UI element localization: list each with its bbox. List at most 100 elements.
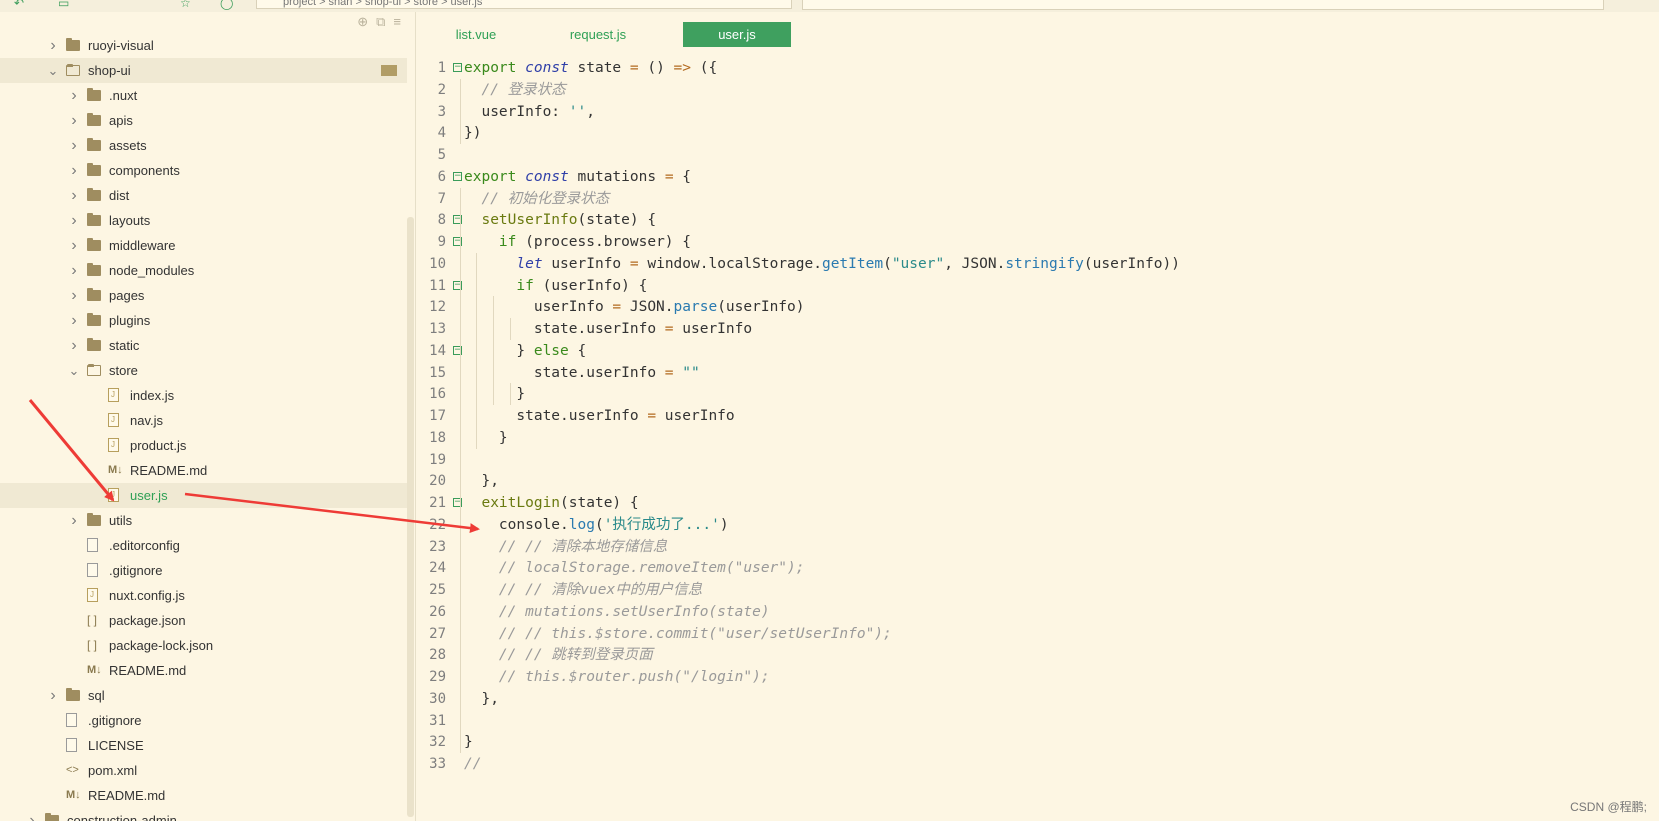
code-line[interactable]: 20 }, (416, 470, 1659, 493)
back-icon[interactable]: ↶ (14, 0, 24, 10)
chevron-right-icon[interactable]: › (68, 158, 80, 183)
tree-item-readme-md[interactable]: M↓ README.md (0, 458, 407, 483)
tree-item-pages[interactable]: › pages (0, 283, 407, 308)
tree-item-gitignore[interactable]: .gitignore (0, 708, 407, 733)
code-line[interactable]: 33 // (416, 753, 1659, 776)
code-line[interactable]: 27 // // this.$store.commit("user/setUse… (416, 623, 1659, 646)
chevron-right-icon[interactable]: › (68, 308, 80, 333)
sidebar-scrollbar[interactable] (407, 217, 414, 817)
tree-item-ruoyi-visual[interactable]: › ruoyi-visual (0, 33, 407, 58)
code-line[interactable]: 5 (416, 144, 1659, 167)
tab-request-js[interactable]: request.js (556, 22, 640, 47)
tree-item-dist[interactable]: › dist (0, 183, 407, 208)
code-line[interactable]: 6− export const mutations = { (416, 166, 1659, 189)
chevron-right-icon[interactable]: › (68, 208, 80, 233)
tree-item-editorconfig[interactable]: .editorconfig (0, 533, 407, 558)
tree-item-utils[interactable]: › utils (0, 508, 407, 533)
chevron-right-icon[interactable]: › (68, 233, 80, 258)
tree-item-product-js[interactable]: product.js (0, 433, 407, 458)
tree-item-static[interactable]: › static (0, 333, 407, 358)
code-area[interactable]: 1− export const state = () => ({2 // 登录状态… (416, 57, 1659, 821)
code-line[interactable]: 12 userInfo = JSON.parse(userInfo) (416, 296, 1659, 319)
tab-user-js[interactable]: user.js (683, 22, 791, 47)
tree-item-nav-js[interactable]: nav.js (0, 408, 407, 433)
line-number: 26 (429, 603, 446, 620)
code-line[interactable]: 23 // // 清除本地存储信息 (416, 536, 1659, 559)
code-line[interactable]: 17 state.userInfo = userInfo (416, 405, 1659, 428)
chevron-right-icon[interactable]: › (68, 283, 80, 308)
code-line[interactable]: 9− if (process.browser) { (416, 231, 1659, 254)
tree-item-readme-md[interactable]: M↓ README.md (0, 658, 407, 683)
tree-item-readme-md[interactable]: M↓ README.md (0, 783, 407, 808)
code-line[interactable]: 21− exitLogin(state) { (416, 492, 1659, 515)
code-line[interactable]: 24 // localStorage.removeItem("user"); (416, 557, 1659, 580)
star-icon[interactable]: ☆ (180, 0, 191, 10)
code-line[interactable]: 4}) (416, 122, 1659, 145)
code-line[interactable]: 25 // // 清除vuex中的用户信息 (416, 579, 1659, 602)
code-line[interactable]: 2 // 登录状态 (416, 79, 1659, 102)
code-line[interactable]: 14− } else { (416, 340, 1659, 363)
tree-item-construction-admin[interactable]: › construction-admin (0, 808, 407, 821)
code-line[interactable]: 22 console.log('执行成功了...') (416, 514, 1659, 537)
code-line[interactable]: 32} (416, 731, 1659, 754)
run-icon[interactable]: ◯ (220, 0, 233, 10)
chevron-right-icon[interactable]: › (68, 133, 80, 158)
save-icon[interactable]: ▭ (58, 0, 69, 10)
tab-list-vue[interactable]: list.vue (444, 22, 508, 47)
explorer-tool-icons[interactable]: ⊕⧉≡ (357, 14, 409, 30)
tree-item-node-modules[interactable]: › node_modules (0, 258, 407, 283)
code-line[interactable]: 19 (416, 449, 1659, 472)
code-line[interactable]: 11− if (userInfo) { (416, 275, 1659, 298)
code-line[interactable]: 8− setUserInfo(state) { (416, 209, 1659, 232)
code-line[interactable]: 3 userInfo: '', (416, 101, 1659, 124)
code-line[interactable]: 15 state.userInfo = "" (416, 362, 1659, 385)
tree-item-plugins[interactable]: › plugins (0, 308, 407, 333)
chevron-right-icon[interactable]: › (68, 83, 80, 108)
tree-item-nuxt-config-js[interactable]: nuxt.config.js (0, 583, 407, 608)
tree-item-sql[interactable]: › sql (0, 683, 407, 708)
code-line[interactable]: 18 } (416, 427, 1659, 450)
chevron-right-icon[interactable]: › (68, 183, 80, 208)
tree-item-components[interactable]: › components (0, 158, 407, 183)
code-line[interactable]: 7 // 初始化登录状态 (416, 188, 1659, 211)
tree-item-gitignore[interactable]: .gitignore (0, 558, 407, 583)
chevron-down-icon[interactable]: ⌄ (47, 58, 59, 83)
fold-toggle-icon[interactable]: − (453, 63, 462, 72)
code-text: } else { (464, 342, 587, 359)
fold-toggle-icon[interactable]: − (453, 171, 462, 181)
chevron-right-icon[interactable]: › (47, 683, 59, 708)
chevron-right-icon[interactable]: › (47, 33, 59, 58)
tree-item-package-json[interactable]: [ ] package.json (0, 608, 407, 633)
code-editor[interactable]: list.vue request.js user.js 1− export con… (416, 12, 1659, 821)
tree-item-nuxt[interactable]: › .nuxt (0, 83, 407, 108)
tree-item-apis[interactable]: › apis (0, 108, 407, 133)
tree-item-index-js[interactable]: index.js (0, 383, 407, 408)
tree-item-pom-xml[interactable]: <> pom.xml (0, 758, 407, 783)
tree-item-package-lock-json[interactable]: [ ] package-lock.json (0, 633, 407, 658)
tree-item-store[interactable]: ⌄ store (0, 358, 407, 383)
tree-item-middleware[interactable]: › middleware (0, 233, 407, 258)
chevron-right-icon[interactable]: › (68, 108, 80, 133)
code-line[interactable]: 30 }, (416, 688, 1659, 711)
breadcrumb[interactable]: project > shan > shop-ui > store > user.… (256, 0, 792, 9)
code-line[interactable]: 26 // mutations.setUserInfo(state) (416, 601, 1659, 624)
chevron-right-icon[interactable]: › (68, 258, 80, 283)
tree-item-license[interactable]: LICENSE (0, 733, 407, 758)
code-line[interactable]: 10 let userInfo = window.localStorage.ge… (416, 253, 1659, 276)
code-line[interactable]: 29 // this.$router.push("/login"); (416, 666, 1659, 689)
code-line[interactable]: 1− export const state = () => ({ (416, 57, 1659, 80)
chevron-right-icon[interactable]: › (26, 808, 38, 821)
chevron-right-icon[interactable]: › (68, 508, 80, 533)
tree-item-layouts[interactable]: › layouts (0, 208, 407, 233)
code-line[interactable]: 13 state.userInfo = userInfo (416, 318, 1659, 341)
code-line[interactable]: 16 } (416, 383, 1659, 406)
tree-item-shop-ui[interactable]: ⌄ shop-ui (0, 58, 407, 83)
search-input[interactable] (802, 0, 1604, 10)
tree-item-assets[interactable]: › assets (0, 133, 407, 158)
chevron-down-icon[interactable]: ⌄ (68, 358, 80, 383)
chevron-right-icon[interactable]: › (68, 333, 80, 358)
tree-item-user-js[interactable]: user.js (0, 483, 407, 508)
code-line[interactable]: 28 // // 跳转到登录页面 (416, 644, 1659, 667)
code-line[interactable]: 31 (416, 710, 1659, 733)
open-folder-icon[interactable] (381, 65, 397, 76)
